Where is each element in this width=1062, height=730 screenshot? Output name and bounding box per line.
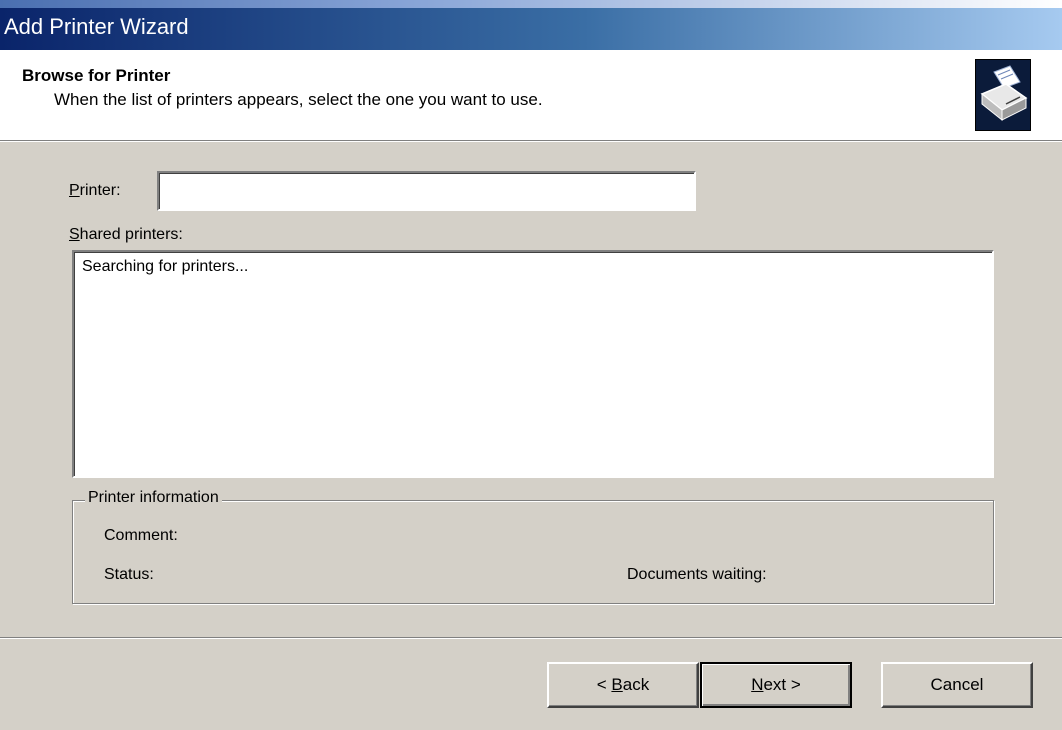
- back-button-prefix: <: [596, 675, 612, 694]
- button-area-divider: [0, 637, 1062, 639]
- back-button-accelerator: B: [611, 675, 623, 694]
- window-top-edge: [0, 0, 1062, 8]
- window-title: Add Printer Wizard: [4, 14, 189, 39]
- printer-information-title: Printer information: [85, 489, 222, 507]
- printer-label: Printer:: [69, 182, 121, 200]
- shared-printers-label-text: hared printers:: [79, 226, 183, 243]
- shared-printers-list[interactable]: Searching for printers...: [72, 250, 994, 478]
- next-button[interactable]: Next >: [700, 662, 852, 708]
- shared-printers-label: Shared printers:: [69, 226, 183, 244]
- printer-name-input[interactable]: [157, 171, 696, 211]
- documents-waiting-label: Documents waiting:: [627, 566, 767, 583]
- page-title: Browse for Printer: [22, 66, 171, 85]
- printer-icon: [975, 59, 1031, 131]
- shared-printers-label-accelerator: S: [69, 226, 80, 243]
- add-printer-wizard-window: Add Printer Wizard Browse for Printer Wh…: [0, 0, 1062, 730]
- title-bar[interactable]: Add Printer Wizard: [0, 8, 1062, 50]
- wizard-header: Browse for Printer When the list of prin…: [0, 50, 1062, 142]
- status-label: Status:: [104, 566, 154, 583]
- back-button-text: ack: [622, 675, 650, 694]
- cancel-button[interactable]: Cancel: [881, 662, 1033, 708]
- printer-label-accelerator: P: [69, 182, 80, 199]
- comment-label: Comment:: [104, 527, 178, 544]
- printer-information-group: Printer information: [72, 489, 994, 604]
- next-button-accelerator: N: [751, 675, 764, 694]
- printer-label-text: rinter:: [79, 182, 121, 199]
- back-button[interactable]: < Back: [547, 662, 699, 708]
- page-subtitle: When the list of printers appears, selec…: [54, 90, 543, 109]
- searching-status-text: Searching for printers...: [82, 258, 249, 275]
- next-button-text: ext >: [763, 675, 801, 694]
